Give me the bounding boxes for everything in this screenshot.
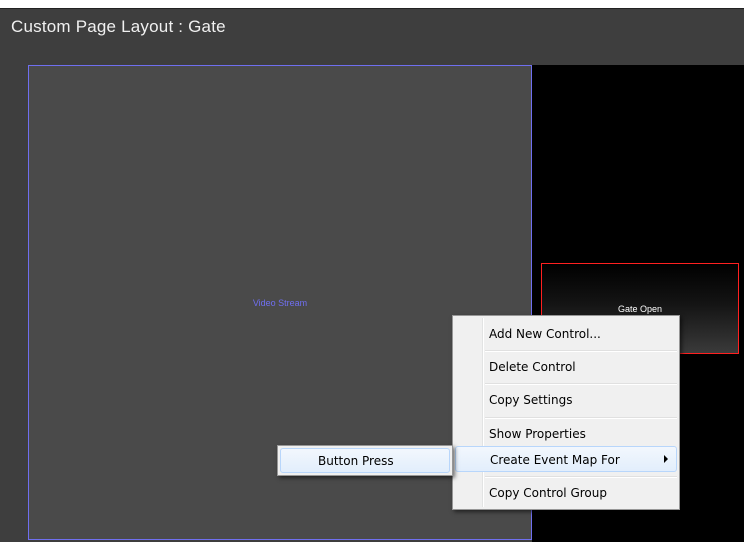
submenu-item-button-press[interactable]: Button Press <box>280 448 450 473</box>
menu-item-label: Create Event Map For <box>490 453 620 467</box>
menu-item-copy-control-group[interactable]: Copy Control Group <box>455 479 677 507</box>
menu-item-add-new-control[interactable]: Add New Control... <box>455 320 677 348</box>
event-map-submenu: Button Press <box>277 445 453 476</box>
menu-item-create-event-map[interactable]: Create Event Map For <box>455 446 677 472</box>
menu-separator <box>485 383 677 385</box>
menu-item-copy-settings[interactable]: Copy Settings <box>455 386 677 414</box>
menu-item-delete-control[interactable]: Delete Control <box>455 353 677 381</box>
video-stream-label: Video Stream <box>252 298 308 308</box>
gate-open-label: Gate Open <box>617 304 663 314</box>
page-title: Custom Page Layout : Gate <box>11 17 226 36</box>
menu-item-label: Copy Control Group <box>489 486 607 500</box>
menu-item-show-properties[interactable]: Show Properties <box>455 420 677 448</box>
context-menu: Add New Control... Delete Control Copy S… <box>452 315 680 510</box>
menu-item-label: Copy Settings <box>489 393 573 407</box>
submenu-item-label: Button Press <box>318 454 394 468</box>
menu-item-label: Delete Control <box>489 360 576 374</box>
menu-separator <box>485 476 677 478</box>
submenu-arrow-icon <box>664 455 668 463</box>
menu-item-label: Show Properties <box>489 427 586 441</box>
menu-item-label: Add New Control... <box>489 327 601 341</box>
menu-separator <box>485 417 677 419</box>
menu-separator <box>485 350 677 352</box>
